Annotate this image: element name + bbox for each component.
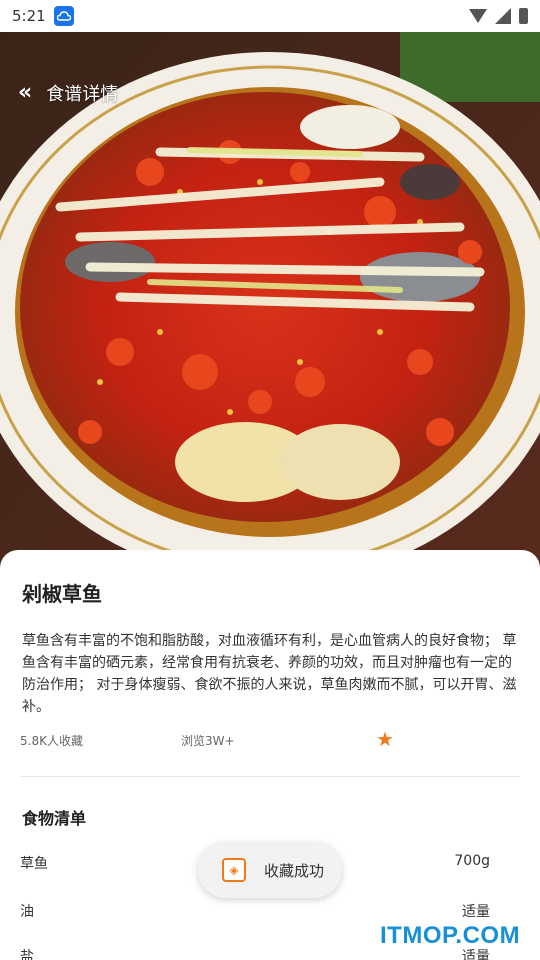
recipe-hero-image — [0, 32, 540, 577]
ingredient-name: 盐 — [20, 949, 34, 960]
page-title: 食谱详情 — [46, 84, 119, 105]
signal-icon — [495, 8, 511, 24]
app-logo-icon: ◈ — [222, 858, 246, 882]
ingredients-title: 食物清单 — [22, 809, 87, 828]
toast: ◈ 收藏成功 — [198, 842, 342, 898]
ingredient-quantity: 适量 — [462, 904, 490, 920]
views-count: 浏览3W+ — [181, 734, 235, 748]
cloud-icon — [53, 6, 74, 26]
star-icon[interactable]: ★ — [376, 727, 394, 751]
favorites-count: 5.8K人收藏 — [20, 734, 83, 748]
status-indicators — [469, 8, 528, 24]
recipe-title: 剁椒草鱼 — [22, 582, 102, 606]
double-chevron-left-icon: « — [18, 80, 33, 105]
battery-icon — [519, 8, 528, 24]
status-bar: 5:21 — [0, 0, 540, 32]
divider — [20, 776, 520, 777]
recipe-detail-card: 剁椒草鱼 草鱼含有丰富的不饱和脂肪酸，对血液循环有利，是心血管病人的良好食物； … — [0, 550, 540, 960]
ingredient-name: 草鱼 — [20, 856, 48, 872]
status-time: 5:21 — [12, 7, 46, 25]
watermark: ITMOP.COM — [380, 922, 521, 949]
recipe-description: 草鱼含有丰富的不饱和脂肪酸，对血液循环有利，是心血管病人的良好食物； 草鱼含有丰… — [22, 633, 517, 715]
ingredient-quantity: 700g — [454, 853, 490, 869]
wifi-icon — [469, 9, 487, 23]
back-button[interactable]: « 食谱详情 — [18, 80, 118, 106]
toast-text: 收藏成功 — [264, 861, 325, 880]
ingredient-name: 油 — [20, 904, 34, 920]
